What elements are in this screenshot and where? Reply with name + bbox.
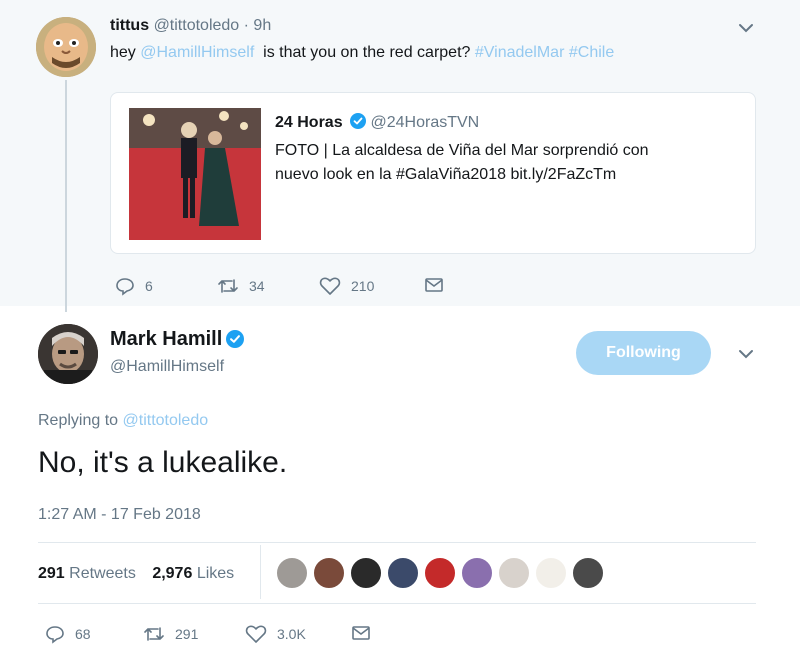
retweet-count: 291 [175, 626, 199, 642]
like-count: 3.0K [277, 626, 306, 642]
parent-tweet[interactable]: tittus @tittotoledo · 9h hey @HamillHims… [0, 0, 800, 312]
chevron-down-icon[interactable] [738, 348, 754, 360]
message-icon [425, 278, 443, 292]
reply-icon [116, 278, 134, 296]
liker-avatar[interactable] [387, 557, 419, 589]
replying-to: Replying to @tittotoledo [38, 412, 208, 430]
text-prefix: hey [110, 44, 141, 61]
retweet-button[interactable]: 34 [217, 276, 265, 296]
display-name[interactable]: Mark Hamill [110, 328, 245, 351]
retweet-button[interactable]: 291 [143, 624, 198, 644]
quoted-text-line: nuevo look en la #GalaViña2018 bit.ly/2F… [275, 166, 617, 183]
divider [38, 603, 756, 604]
display-name[interactable]: tittus [110, 17, 149, 34]
like-button[interactable]: 210 [319, 276, 374, 296]
timestamp[interactable]: · 9h [244, 17, 272, 34]
liker-avatar[interactable] [535, 557, 567, 589]
hashtag-link[interactable]: #Chile [569, 44, 614, 61]
reply-button[interactable]: 68 [45, 624, 91, 644]
verified-badge-icon [226, 330, 245, 348]
avatar[interactable] [36, 17, 96, 77]
quoted-tweet-text: FOTO | La alcaldesa de Viña del Mar sorp… [275, 139, 735, 187]
replying-prefix: Replying to [38, 412, 123, 429]
parent-tweet-header: tittus @tittotoledo · 9h [110, 17, 271, 35]
quoted-tweet[interactable]: 24 Horas @24HorasTVN FOTO | La alcaldesa… [110, 92, 756, 254]
divider [260, 545, 261, 599]
liker-avatar[interactable] [350, 557, 382, 589]
retweets-stat[interactable]: 291 Retweets [38, 565, 148, 582]
like-icon [319, 277, 341, 295]
quoted-text-line: FOTO | La alcaldesa de Viña del Mar sorp… [275, 142, 649, 159]
reply-icon [46, 626, 64, 644]
tweet-text: No, it's a lukealike. [38, 446, 288, 479]
mention-link[interactable]: @tittotoledo [123, 412, 209, 429]
divider [38, 542, 756, 543]
tweet-text: hey @HamillHimself is that you on the re… [110, 44, 614, 62]
like-button[interactable]: 3.0K [245, 624, 306, 644]
following-button[interactable]: Following [576, 331, 711, 375]
message-icon [352, 626, 370, 640]
liker-avatar[interactable] [461, 557, 493, 589]
hashtag-link[interactable]: #VinadelMar [475, 44, 565, 61]
like-count: 210 [351, 278, 375, 294]
thread-line [65, 80, 67, 312]
quoted-tweet-image[interactable] [129, 108, 261, 240]
liker-avatar[interactable] [572, 557, 604, 589]
avatar[interactable] [38, 324, 98, 384]
text-middle: is that you on the red carpet? [254, 44, 475, 61]
timestamp[interactable]: 1:27 AM - 17 Feb 2018 [38, 506, 201, 524]
direct-message-button[interactable] [424, 276, 454, 294]
liker-avatar[interactable] [424, 557, 456, 589]
retweet-icon [144, 627, 164, 641]
liker-avatar[interactable] [313, 557, 345, 589]
liker-avatar[interactable] [498, 557, 530, 589]
retweet-count: 34 [249, 278, 265, 294]
chevron-down-icon[interactable] [738, 22, 754, 34]
reply-count: 6 [145, 278, 153, 294]
reply-count: 68 [75, 626, 91, 642]
display-name-text[interactable]: Mark Hamill [110, 328, 222, 350]
retweet-icon [218, 279, 238, 293]
display-name[interactable]: 24 Horas [275, 114, 343, 131]
tweet-stats: 291 Retweets 2,976 Likes [38, 565, 246, 583]
reply-button[interactable]: 6 [115, 276, 153, 296]
handle[interactable]: @24HorasTVN [371, 114, 480, 131]
quoted-tweet-header: 24 Horas @24HorasTVN [275, 113, 479, 132]
likes-stat[interactable]: 2,976 Likes [152, 565, 246, 582]
handle[interactable]: @HamillHimself [110, 358, 224, 376]
mention-link[interactable]: @HamillHimself [140, 44, 254, 61]
like-icon [245, 625, 267, 643]
handle[interactable]: @tittotoledo [154, 17, 240, 34]
liker-avatar[interactable] [276, 557, 308, 589]
direct-message-button[interactable] [351, 624, 381, 642]
verified-badge-icon [350, 113, 367, 129]
